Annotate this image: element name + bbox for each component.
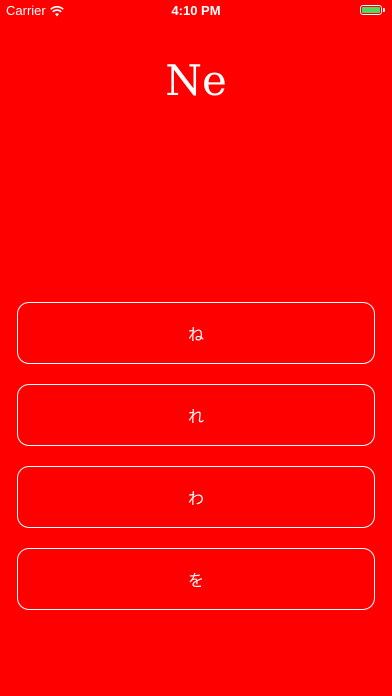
battery-level [362,7,380,13]
battery-icon [360,5,382,15]
question-romaji: Ne [165,56,227,105]
battery-tip [383,8,385,12]
answer-options: ね れ わ を [17,302,375,630]
option-button-4[interactable]: を [17,548,375,610]
clock: 4:10 PM [171,3,221,18]
option-button-2[interactable]: れ [17,384,375,446]
option-button-1[interactable]: ね [17,302,375,364]
status-bar: Carrier 4:10 PM [0,0,392,22]
option-button-3[interactable]: わ [17,466,375,528]
